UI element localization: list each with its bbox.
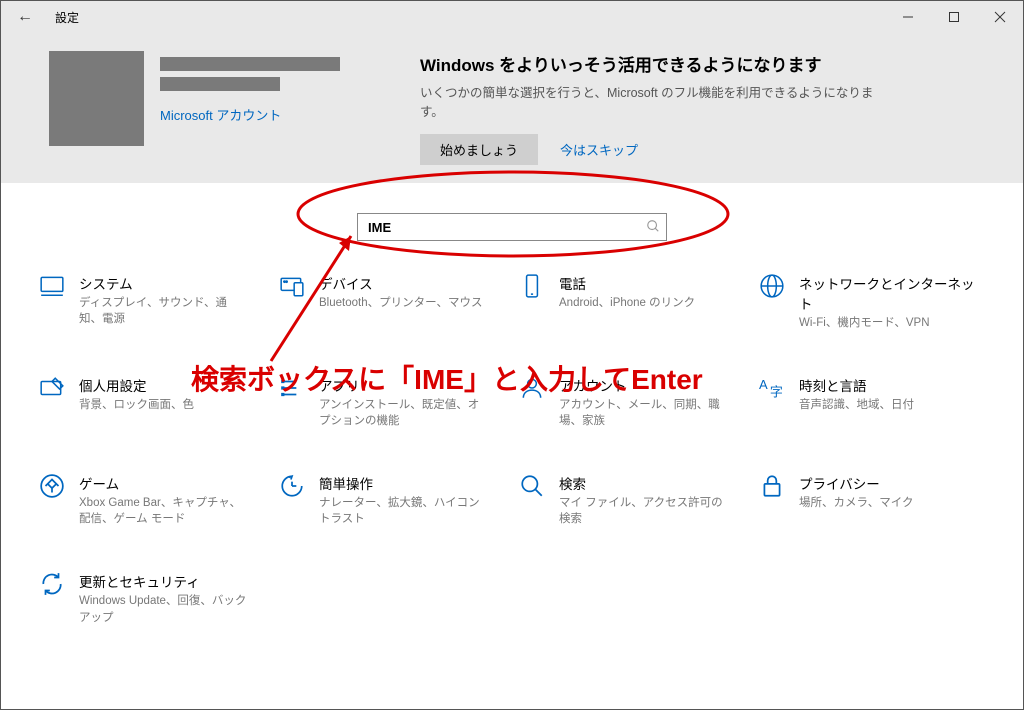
tile-accounts[interactable]: アカウント アカウント、メール、同期、職場、家族 [517, 375, 747, 429]
tile-sub: Android、iPhone のリンク [559, 295, 695, 311]
svg-text:A: A [759, 377, 768, 392]
tile-title: デバイス [319, 273, 482, 293]
tile-title: 個人用設定 [79, 375, 194, 395]
tile-apps[interactable]: アプリ アンインストール、既定値、オプションの機能 [277, 375, 507, 429]
back-button[interactable]: ← [13, 8, 37, 26]
account-promo-banner: Microsoft アカウント Windows をよりいっそう活用できるようにな… [1, 33, 1023, 183]
system-icon [37, 273, 67, 331]
window-title: 設定 [55, 9, 79, 26]
tile-gaming[interactable]: ゲーム Xbox Game Bar、キャプチャ、配信、ゲーム モード [37, 473, 267, 527]
tile-search[interactable]: 検索 マイ ファイル、アクセス許可の検索 [517, 473, 747, 527]
promo-title: Windows をよりいっそう活用できるようになります [420, 51, 880, 76]
tile-title: 検索 [559, 473, 729, 493]
tile-title: 時刻と言語 [799, 375, 914, 395]
search-tile-icon [517, 473, 547, 527]
search-icon [646, 219, 660, 236]
start-button[interactable]: 始めましょう [420, 134, 538, 165]
tile-privacy[interactable]: プライバシー 場所、カメラ、マイク [757, 473, 987, 527]
promo-subtitle: いくつかの簡単な選択を行うと、Microsoft のフル機能を利用できるようにな… [420, 82, 880, 120]
user-email-redacted [160, 77, 280, 91]
titlebar: ← 設定 [1, 1, 1023, 33]
devices-icon [277, 273, 307, 331]
settings-grid: システム ディスプレイ、サウンド、通知、電源 デバイス Bluetooth、プリ… [1, 237, 1023, 626]
tile-system[interactable]: システム ディスプレイ、サウンド、通知、電源 [37, 273, 267, 331]
tile-update-security[interactable]: 更新とセキュリティ Windows Update、回復、バックアップ [37, 571, 267, 625]
minimize-button[interactable] [885, 1, 931, 33]
tile-title: 更新とセキュリティ [79, 571, 249, 591]
network-icon [757, 273, 787, 331]
search-box[interactable] [357, 213, 667, 241]
tile-title: 簡単操作 [319, 473, 489, 493]
privacy-icon [757, 473, 787, 527]
svg-text:字: 字 [770, 385, 783, 400]
tile-title: プライバシー [799, 473, 914, 493]
tile-sub: ディスプレイ、サウンド、通知、電源 [79, 295, 249, 327]
tile-devices[interactable]: デバイス Bluetooth、プリンター、マウス [277, 273, 507, 331]
apps-icon [277, 375, 307, 429]
tile-sub: Xbox Game Bar、キャプチャ、配信、ゲーム モード [79, 495, 249, 527]
microsoft-account-link[interactable]: Microsoft アカウント [160, 105, 340, 124]
tile-sub: 音声認識、地域、日付 [799, 397, 914, 413]
avatar [49, 51, 144, 146]
tile-sub: Wi-Fi、機内モード、VPN [799, 315, 969, 331]
tile-sub: アンインストール、既定値、オプションの機能 [319, 397, 489, 429]
search-input[interactable] [366, 219, 646, 236]
update-icon [37, 571, 67, 625]
tile-time-language[interactable]: A字 時刻と言語 音声認識、地域、日付 [757, 375, 987, 429]
accounts-icon [517, 375, 547, 429]
tile-network[interactable]: ネットワークとインターネット Wi-Fi、機内モード、VPN [757, 273, 987, 331]
tile-sub: マイ ファイル、アクセス許可の検索 [559, 495, 729, 527]
time-language-icon: A字 [757, 375, 787, 429]
tile-sub: 背景、ロック画面、色 [79, 397, 194, 413]
tile-title: ゲーム [79, 473, 249, 493]
phone-icon [517, 273, 547, 331]
maximize-button[interactable] [931, 1, 977, 33]
tile-title: 電話 [559, 273, 695, 293]
ease-of-access-icon [277, 473, 307, 527]
tile-title: アプリ [319, 375, 489, 395]
tile-sub: アカウント、メール、同期、職場、家族 [559, 397, 729, 429]
personalization-icon [37, 375, 67, 429]
tile-phone[interactable]: 電話 Android、iPhone のリンク [517, 273, 747, 331]
tile-sub: Bluetooth、プリンター、マウス [319, 295, 482, 311]
tile-title: アカウント [559, 375, 729, 395]
tile-sub: 場所、カメラ、マイク [799, 495, 914, 511]
skip-link[interactable]: 今はスキップ [560, 140, 638, 159]
tile-title: ネットワークとインターネット [799, 273, 987, 313]
tile-title: システム [79, 273, 249, 293]
close-button[interactable] [977, 1, 1023, 33]
gaming-icon [37, 473, 67, 527]
tile-personalization[interactable]: 個人用設定 背景、ロック画面、色 [37, 375, 267, 429]
user-name-redacted [160, 57, 340, 71]
tile-ease-of-access[interactable]: 簡単操作 ナレーター、拡大鏡、ハイコントラスト [277, 473, 507, 527]
tile-sub: ナレーター、拡大鏡、ハイコントラスト [319, 495, 489, 527]
tile-sub: Windows Update、回復、バックアップ [79, 593, 249, 625]
